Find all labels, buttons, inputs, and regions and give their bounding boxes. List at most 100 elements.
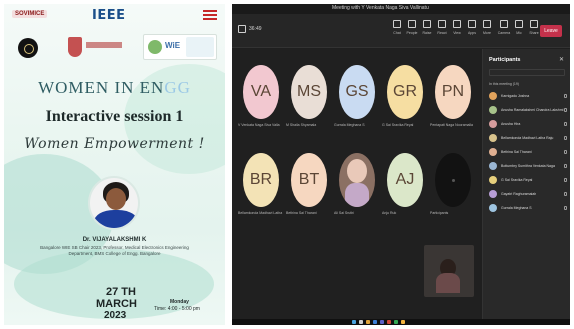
avatar xyxy=(489,134,497,142)
speaker-info: Bangalore WIE SB Chair 2023, Professor, … xyxy=(40,245,189,256)
self-video-preview[interactable] xyxy=(424,245,474,297)
mic-icon xyxy=(564,94,567,98)
toolbar-camera-button[interactable]: Camera xyxy=(497,20,511,35)
app-icon[interactable] xyxy=(387,320,391,324)
avatar xyxy=(489,148,497,156)
toolbar-share-button[interactable]: Share xyxy=(527,20,541,35)
participant-tile[interactable]: BR Bellamkonda Madhavi Latha xyxy=(238,153,284,215)
participant-list-item[interactable]: Gayatri Raghuramaiah xyxy=(489,189,567,200)
toolbar-people-button[interactable]: People xyxy=(405,20,419,35)
round-emblem-logo xyxy=(18,38,38,58)
toolbar-react-button[interactable]: React xyxy=(435,20,449,35)
participant-avatar: AJ xyxy=(387,153,423,207)
participant-tile[interactable]: MS M Shaila Shyamala xyxy=(286,65,332,127)
app-icon[interactable] xyxy=(401,320,405,324)
wie-logo-text: WiE xyxy=(165,41,181,50)
participant-avatar: GS xyxy=(339,65,375,119)
toolbar-chat-button[interactable]: Chat xyxy=(390,20,404,35)
edge-icon[interactable] xyxy=(373,320,377,324)
file-explorer-icon[interactable] xyxy=(366,320,370,324)
participant-tile[interactable]: Participants xyxy=(430,153,476,215)
participant-name: Anju Ruk xyxy=(382,211,397,215)
toolbar-mic-button[interactable]: Mic xyxy=(512,20,526,35)
poster-title-main: WOMEN IN EN xyxy=(38,78,165,97)
participant-tile[interactable]: Ali Sai Sruthi xyxy=(334,153,380,215)
participant-tile[interactable]: VA V Venkata Naga Siva Valla xyxy=(238,65,284,127)
poster-title-accent: GG xyxy=(164,78,191,97)
participant-search-input[interactable] xyxy=(489,69,565,76)
meeting-info-icon[interactable] xyxy=(238,25,246,33)
participant-list-name: Bottumbry Sumithra Venkata Naga xyxy=(501,164,555,168)
toolbar-label: Share xyxy=(529,31,539,35)
toolbar-label: People xyxy=(406,31,418,35)
participant-tile[interactable]: PN Pentapati Naga Nooramalla xyxy=(430,65,476,127)
toolbar-label: View xyxy=(453,31,461,35)
participant-list-item[interactable]: Gurrala Meghana S xyxy=(489,203,567,214)
participant-tile[interactable]: BT Bethina Sai Tharani xyxy=(286,153,332,215)
toolbar-apps-button[interactable]: Apps xyxy=(465,20,479,35)
people-icon xyxy=(408,20,416,28)
toolbar-raise-button[interactable]: Raise xyxy=(420,20,434,35)
speaker-name: Dr. VIJAYALAKSHMI K xyxy=(82,237,147,243)
event-time: Time: 4:00 - 5:00 pm xyxy=(154,306,200,312)
toolbar-label: Camera xyxy=(497,31,511,35)
video-gallery: VA V Venkata Naga Siva Valla MS M Shaila… xyxy=(232,49,480,319)
participant-avatar: VA xyxy=(243,65,279,119)
close-icon[interactable]: ✕ xyxy=(559,56,564,63)
toolbar-view-button[interactable]: View xyxy=(450,20,464,35)
participant-tile[interactable]: AJ Anju Ruk xyxy=(382,153,428,215)
leave-button[interactable]: Leave xyxy=(540,25,562,37)
avatar xyxy=(489,120,497,128)
app-icon[interactable] xyxy=(394,320,398,324)
participant-list-name: Anusha Ramalakshmi Chandra Lakshmi xyxy=(501,108,564,112)
toolbar-label: More xyxy=(483,31,491,35)
window-titlebar: Meeting with Y Venkata Naga Siva Vallina… xyxy=(232,4,570,14)
event-date-month: MARCH xyxy=(96,298,137,310)
start-icon[interactable] xyxy=(352,320,356,324)
sponsor-logo-row: SOVIMICE IEEE xyxy=(8,8,221,24)
participant-list-item[interactable]: Bellamkonda Madhavi Latha Raju xyxy=(489,133,567,144)
mic-icon xyxy=(564,192,567,196)
participant-avatar: GR xyxy=(387,65,423,119)
participant-tile[interactable]: GR G Sai Sravika Reyal xyxy=(382,65,428,127)
sovimice-logo: SOVIMICE xyxy=(12,10,48,18)
mic-icon xyxy=(515,20,523,28)
crest-logo xyxy=(68,37,82,57)
participant-tile[interactable]: GS Gurrala Meghana S xyxy=(334,65,380,127)
globe-icon xyxy=(148,40,162,54)
participants-panel: Participants ✕ In this meeting (19) Karn… xyxy=(482,49,570,319)
crest-wordmark-logo xyxy=(86,42,122,48)
participant-list-item[interactable]: Anusha Hira xyxy=(489,119,567,130)
poster-subtitle: Interactive session 1 xyxy=(45,108,184,125)
panel-title: Participants xyxy=(489,57,521,63)
participant-list-name: Bethina Sai Tharani xyxy=(501,150,532,154)
participant-list-name: G Sai Sravika Reyal xyxy=(501,178,533,182)
toolbar-label: Raise xyxy=(422,31,432,35)
view-icon xyxy=(453,20,461,28)
event-date-day: 27 TH xyxy=(106,286,136,298)
toolbar-more-button[interactable]: More xyxy=(480,20,494,35)
participant-list-name: Anusha Hira xyxy=(501,122,521,126)
avatar xyxy=(489,204,497,212)
participant-list-item[interactable]: G Sai Sravika Reyal xyxy=(489,175,567,186)
panel-section-header: In this meeting (19) xyxy=(489,82,519,86)
mic-icon xyxy=(564,150,567,154)
participant-list-item[interactable]: Bottumbry Sumithra Venkata Naga xyxy=(489,161,567,172)
partner-logo-row: WiE xyxy=(8,34,221,60)
avatar xyxy=(489,92,497,100)
participant-photo xyxy=(339,153,375,207)
teams-icon[interactable] xyxy=(380,320,384,324)
participant-list-item[interactable]: Bethina Sai Tharani xyxy=(489,147,567,158)
participant-name: Bethina Sai Tharani xyxy=(286,211,317,215)
participant-list-item[interactable]: Anusha Ramalakshmi Chandra Lakshmi xyxy=(489,105,567,116)
event-poster: SOVIMICE IEEE WiE WOMEN IN ENGG Interact… xyxy=(4,4,225,325)
participant-list-item[interactable]: Karnigadu Joshna xyxy=(489,91,567,102)
windows-taskbar xyxy=(232,319,570,325)
participant-avatar: BR xyxy=(243,153,279,207)
participant-avatar: PN xyxy=(435,65,471,119)
search-icon[interactable] xyxy=(359,320,363,324)
speaker-photo xyxy=(88,176,140,230)
wie-logo: WiE xyxy=(143,34,217,60)
teams-meeting-window: Meeting with Y Venkata Naga Siva Vallina… xyxy=(232,4,570,325)
event-weekday: Monday xyxy=(170,299,189,305)
